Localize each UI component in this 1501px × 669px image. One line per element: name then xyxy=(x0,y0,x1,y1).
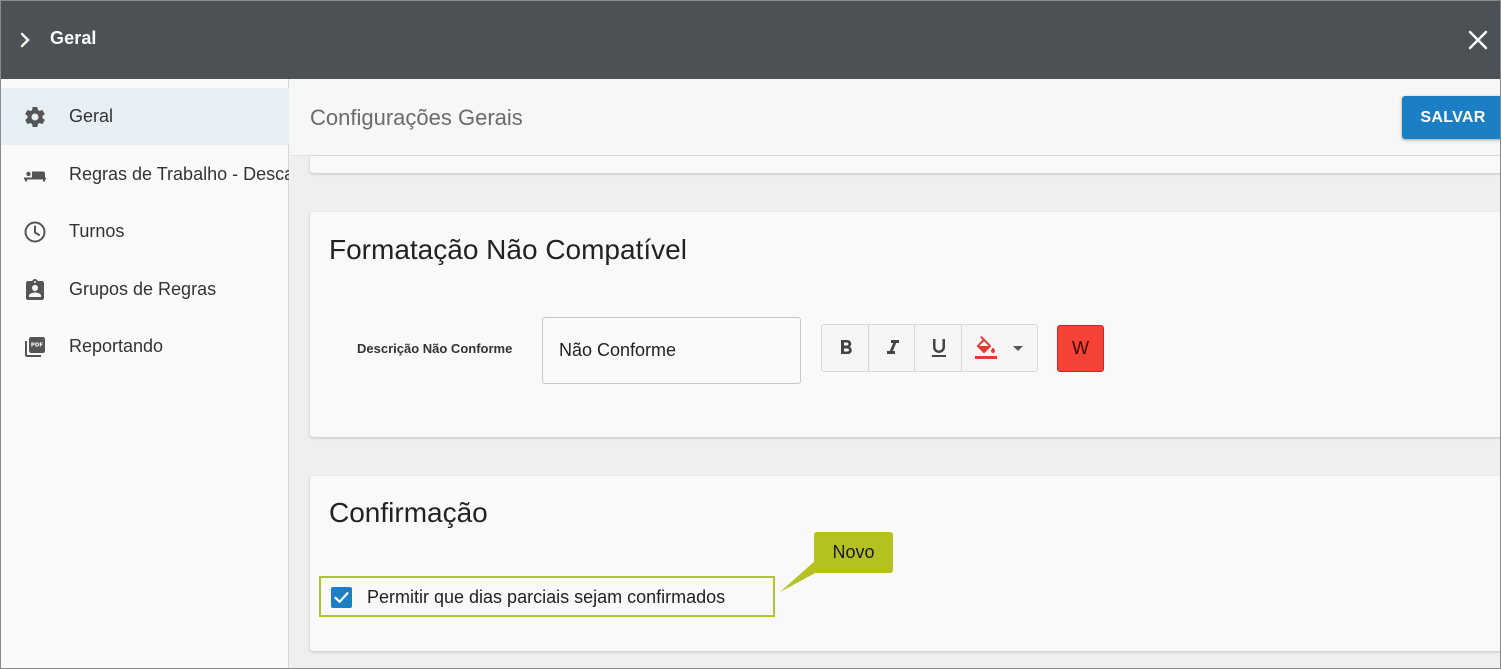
gear-icon xyxy=(25,107,45,128)
bold-icon xyxy=(841,340,852,354)
underline-icon xyxy=(932,339,946,357)
chevron-down-icon xyxy=(1013,346,1023,351)
sidebar: Geral Regras de Trabalho - Descanso Turn… xyxy=(1,79,289,668)
clipboard-person-icon xyxy=(26,279,44,300)
check-icon xyxy=(334,592,349,603)
bold-button[interactable] xyxy=(822,325,869,371)
new-badge: Novo xyxy=(814,532,893,573)
formatting-title: Formatação Não Compatível xyxy=(329,234,687,265)
page-title: Configurações Gerais xyxy=(310,105,523,130)
italic-button[interactable] xyxy=(869,325,915,371)
partial-days-option[interactable]: Permitir que dias parciais sejam confirm… xyxy=(319,576,775,617)
close-icon[interactable] xyxy=(1467,29,1489,51)
window-title: Geral xyxy=(50,28,97,48)
sidebar-item-turnos[interactable]: Turnos xyxy=(1,203,289,260)
confirmation-title: Confirmação xyxy=(329,497,488,528)
sidebar-item-label: Turnos xyxy=(69,221,125,241)
pdf-icon: PDF xyxy=(25,337,45,357)
app-window: Geral Geral Regras de Trabalho - Descans… xyxy=(0,0,1501,669)
sidebar-item-grupos-regras[interactable]: Grupos de Regras xyxy=(1,261,289,318)
sidebar-item-geral[interactable]: Geral xyxy=(1,88,289,145)
partial-days-label: Permitir que dias parciais sejam confirm… xyxy=(367,587,726,607)
sidebar-item-label: Grupos de Regras xyxy=(69,279,217,299)
bed-icon xyxy=(24,171,46,182)
fill-color-icon xyxy=(975,336,997,359)
top-bar: Geral xyxy=(1,1,1500,79)
previous-card-bottom xyxy=(310,156,1500,173)
underline-button[interactable] xyxy=(915,325,962,371)
content-header: Configurações Gerais SALVAR xyxy=(290,79,1500,156)
description-input[interactable] xyxy=(542,317,801,384)
format-toolbar xyxy=(821,324,1038,372)
italic-icon xyxy=(887,340,899,354)
description-label: Descrição Não Conforme xyxy=(357,341,513,356)
format-preview-button[interactable]: W xyxy=(1057,325,1104,372)
partial-days-checkbox[interactable] xyxy=(331,587,352,608)
sidebar-item-label: Reportando xyxy=(69,336,164,356)
formatting-card: Formatação Não Compatível Descrição Não … xyxy=(310,212,1500,437)
sidebar-item-reportando[interactable]: PDF Reportando xyxy=(1,318,289,375)
sidebar-item-label: Geral xyxy=(69,106,114,126)
confirmation-card: Confirmação Permitir que dias parciais s… xyxy=(310,476,1500,651)
clock-icon xyxy=(24,221,46,243)
save-button[interactable]: SALVAR xyxy=(1402,96,1500,139)
sidebar-item-label: Regras de Trabalho - Descanso xyxy=(69,164,289,184)
fill-color-button[interactable] xyxy=(962,325,1037,371)
sidebar-item-regras-trabalho[interactable]: Regras de Trabalho - Descanso xyxy=(1,146,289,203)
main-content: Configurações Gerais SALVAR Formatação N… xyxy=(290,79,1500,668)
chevron-right-icon[interactable] xyxy=(18,30,34,50)
svg-text:PDF: PDF xyxy=(31,343,44,349)
